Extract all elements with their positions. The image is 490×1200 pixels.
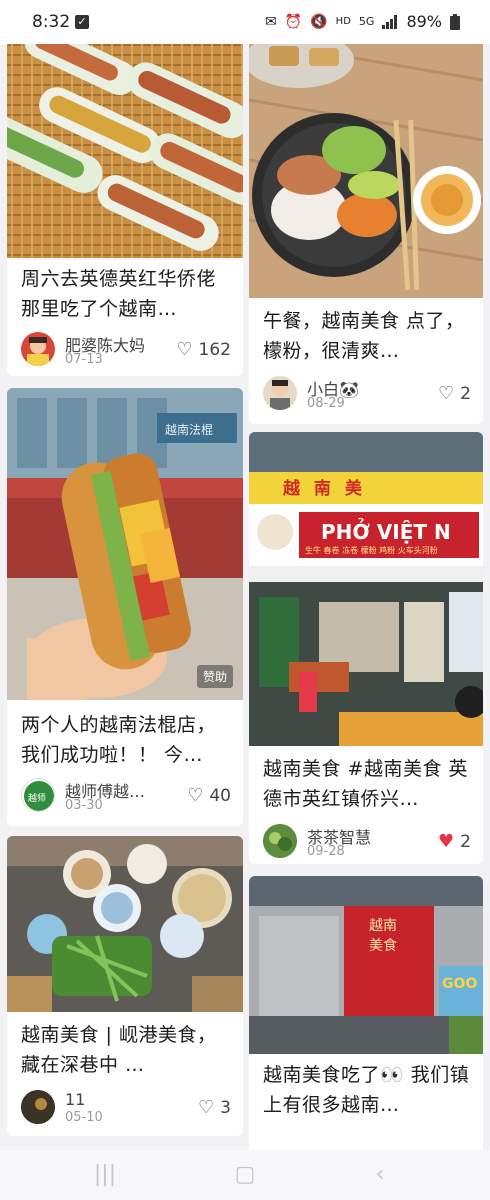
- shop-sign-top: 越 南 美: [283, 479, 366, 499]
- hd-icon: HD: [335, 15, 351, 27]
- heart-filled-icon: ♥: [438, 831, 455, 852]
- heart-icon: ♡: [176, 339, 193, 360]
- network-icon: 5G: [358, 14, 375, 28]
- note-card[interactable]: 午餐，越南美食 点了，檬粉，很清爽… 小白🐼 08-29 ♡ 2: [249, 44, 483, 424]
- note-cover-image[interactable]: 越 南 美 PHỞ VIỆT N 生牛 春卷 冻卷 檬粉 鸡粉 火车头河粉: [249, 432, 483, 746]
- avatar[interactable]: [21, 1090, 55, 1124]
- like-count: 40: [209, 786, 231, 806]
- note-title[interactable]: 两个人的越南法棍店，我们成功啦！！ 今…: [21, 710, 233, 770]
- back-icon[interactable]: ‹: [360, 1160, 400, 1190]
- avatar[interactable]: [263, 824, 297, 858]
- checkbox-icon: ✓: [75, 15, 89, 29]
- heart-icon: ♡: [198, 1097, 215, 1118]
- like-count: 3: [220, 1098, 231, 1118]
- note-card[interactable]: 越 南 美 PHỞ VIỆT N 生牛 春卷 冻卷 檬粉 鸡粉 火车头河粉 越南…: [249, 432, 483, 864]
- svg-text:越南法棍: 越南法棍: [165, 422, 213, 437]
- note-card[interactable]: 越南美食 | 岘港美食，藏在深巷中 … 11 05-10 ♡ 3: [7, 836, 243, 1136]
- signal-icon: [382, 14, 398, 29]
- post-date: 08-29: [307, 396, 345, 411]
- shop-sign-side: GOO: [442, 976, 478, 992]
- avatar[interactable]: [21, 332, 55, 366]
- post-date: 09-28: [307, 844, 345, 859]
- note-meta: 越师 越师傅越… 03-30 ♡ 40: [21, 778, 231, 814]
- like-count: 162: [198, 340, 231, 360]
- feed: 周六去英德英红华侨佬那里吃了个越南… 肥婆陈大妈 07-13 ♡ 162 越南法…: [0, 44, 490, 1150]
- note-meta: 11 05-10 ♡ 3: [21, 1090, 231, 1126]
- like-button[interactable]: ♡ 40: [187, 786, 231, 806]
- status-time: 8:32: [32, 12, 71, 32]
- heart-icon: ♡: [187, 785, 204, 806]
- like-count: 2: [460, 384, 471, 404]
- sponsored-badge: 赞助: [196, 665, 233, 688]
- like-button[interactable]: ♡ 2: [438, 384, 471, 404]
- avatar[interactable]: [263, 376, 297, 410]
- note-cover-image[interactable]: 越南法棍 赞助: [7, 388, 243, 700]
- note-meta: 肥婆陈大妈 07-13 ♡ 162: [21, 332, 231, 368]
- battery-level: 89%: [406, 12, 442, 31]
- recent-apps-icon[interactable]: |||: [85, 1160, 125, 1190]
- shop-sign-main: 越南美食: [369, 918, 397, 954]
- note-title[interactable]: 午餐，越南美食 点了，檬粉，很清爽…: [263, 306, 473, 366]
- post-date: 05-10: [65, 1110, 103, 1125]
- svg-text:越师: 越师: [28, 792, 46, 804]
- like-button[interactable]: ♥ 2: [438, 832, 471, 852]
- note-title[interactable]: 周六去英德英红华侨佬那里吃了个越南…: [21, 264, 233, 324]
- note-cover-image[interactable]: [7, 44, 243, 258]
- note-title[interactable]: 越南美食 #越南美食 英德市英红镇侨兴…: [263, 754, 473, 814]
- like-button[interactable]: ♡ 162: [176, 340, 231, 360]
- alarm-icon: ⏰: [284, 13, 303, 30]
- shop-sign-menu: 生牛 春卷 冻卷 檬粉 鸡粉 火车头河粉: [305, 546, 438, 555]
- note-title[interactable]: 越南美食吃了👀 我们镇上有很多越南…: [263, 1060, 473, 1120]
- note-cover-image[interactable]: 越南美食 GOO: [249, 876, 483, 1054]
- status-bar: 8:32 ✓ ✉ ⏰ 🔇 HD 5G 89%: [0, 0, 490, 44]
- post-date: 03-30: [65, 798, 103, 813]
- note-meta: 茶茶智慧 09-28 ♥ 2: [263, 824, 471, 860]
- system-nav-bar: ||| ▢ ‹: [0, 1150, 490, 1200]
- avatar[interactable]: 越师: [21, 778, 55, 812]
- home-icon[interactable]: ▢: [225, 1160, 265, 1190]
- like-count: 2: [460, 832, 471, 852]
- heart-icon: ♡: [438, 383, 455, 404]
- shop-sign-main: PHỞ VIỆT N: [321, 520, 451, 544]
- status-icons: ✉ ⏰ 🔇 HD 5G 89%: [265, 12, 460, 31]
- chat-icon: ✉: [265, 13, 277, 30]
- note-title[interactable]: 越南美食 | 岘港美食，藏在深巷中 …: [21, 1020, 233, 1080]
- note-card[interactable]: 周六去英德英红华侨佬那里吃了个越南… 肥婆陈大妈 07-13 ♡ 162: [7, 44, 243, 376]
- post-date: 07-13: [65, 352, 103, 367]
- note-meta: 小白🐼 08-29 ♡ 2: [263, 376, 471, 412]
- note-cover-image[interactable]: [249, 44, 483, 298]
- note-card[interactable]: 越南法棍 赞助 两个人的越南法棍店，我们成功啦！！ 今… 越师 越师傅越… 03…: [7, 388, 243, 826]
- battery-icon: [450, 13, 460, 30]
- note-card[interactable]: 越南美食 GOO 越南美食吃了👀 我们镇上有很多越南…: [249, 876, 483, 1150]
- mute-icon: 🔇: [310, 13, 328, 30]
- like-button[interactable]: ♡ 3: [198, 1098, 231, 1118]
- author-name[interactable]: 11: [65, 1090, 85, 1109]
- note-cover-image[interactable]: [7, 836, 243, 1012]
